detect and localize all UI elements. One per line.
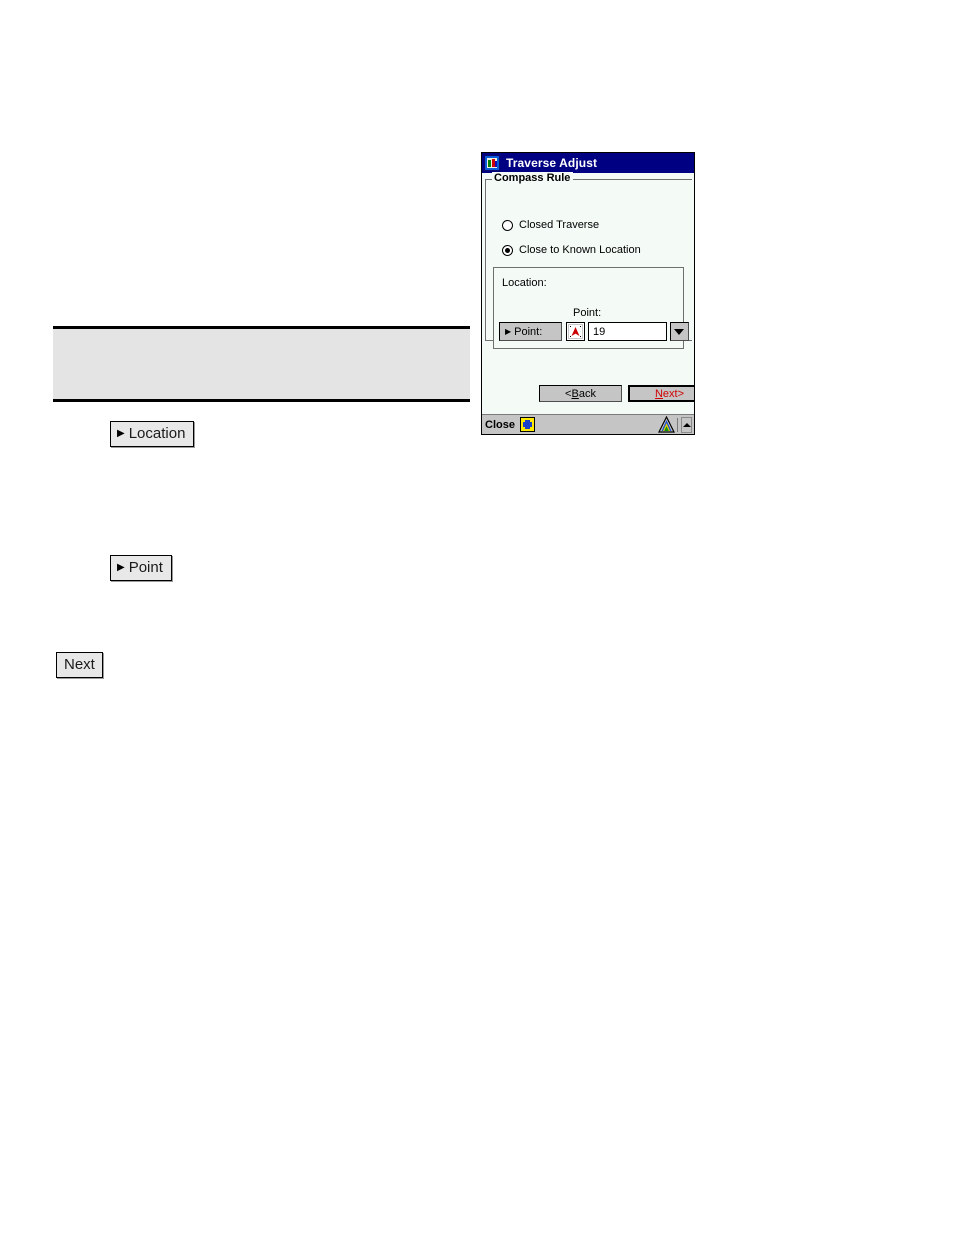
point-menu-button[interactable]: ▶ Point: — [499, 322, 562, 341]
taskbar-separator — [677, 417, 678, 432]
next-button-suffix: > — [677, 387, 685, 400]
radio-close-to-known-location-label: Close to Known Location — [519, 244, 641, 256]
radio-closed-traverse[interactable]: Closed Traverse — [502, 219, 599, 231]
taskbar-close-label[interactable]: Close — [485, 419, 515, 431]
triangle-right-icon: ▶ — [117, 428, 125, 439]
inline-button-point-label: Point — [128, 559, 163, 576]
location-panel-label: Location: — [502, 277, 547, 289]
back-button-rest: ack — [578, 387, 596, 400]
triangle-right-icon: ▶ — [505, 326, 512, 336]
next-button[interactable]: Next > — [628, 385, 694, 402]
traverse-adjust-window: Traverse Adjust Compass Rule Closed Trav… — [481, 152, 695, 435]
point-dropdown-button[interactable] — [670, 322, 689, 341]
triangle-right-icon: ▶ — [117, 562, 125, 573]
chevron-up-icon[interactable] — [681, 416, 692, 433]
inline-button-location[interactable]: ▶ Location — [110, 421, 195, 447]
inline-button-next-label: Next — [64, 656, 95, 673]
radio-closed-traverse-label: Closed Traverse — [519, 219, 600, 231]
inline-button-next[interactable]: Next — [56, 652, 103, 678]
window-client-area: Compass Rule Closed Traverse Close to Kn… — [482, 172, 694, 414]
system-taskbar: Close — [482, 414, 694, 434]
location-panel: Location: Point: ▶ Point: 19 — [493, 267, 689, 349]
compass-rule-legend: Compass Rule — [492, 172, 574, 184]
point-field-caption: Point: — [573, 307, 602, 319]
radio-close-to-known-location[interactable]: Close to Known Location — [502, 244, 641, 256]
back-button-accel: B — [571, 387, 579, 400]
window-title: Traverse Adjust — [506, 156, 598, 170]
survey-app-tray-icon[interactable] — [658, 415, 675, 433]
map-point-pick-icon[interactable] — [566, 322, 585, 341]
point-menu-button-label: Point: — [514, 325, 543, 338]
document-shaded-note-box — [53, 326, 470, 402]
survey-app-tray-glyph — [658, 415, 675, 433]
point-row: ▶ Point: 19 — [499, 322, 689, 341]
radio-indicator-icon — [502, 219, 513, 231]
point-input[interactable]: 19 — [588, 322, 667, 341]
window-titlebar: Traverse Adjust — [482, 153, 694, 173]
app-window-icon — [484, 155, 500, 171]
inline-button-point[interactable]: ▶ Point — [110, 555, 172, 581]
inline-button-location-label: Location — [128, 425, 186, 442]
yellow-start-icon[interactable] — [519, 417, 535, 432]
map-point-pick-glyph — [568, 324, 583, 339]
radio-indicator-selected-icon — [502, 244, 513, 256]
next-button-accel: N — [654, 387, 663, 400]
next-button-rest: ext — [662, 387, 678, 400]
back-button[interactable]: < Back — [539, 385, 622, 402]
point-input-value: 19 — [593, 325, 606, 338]
